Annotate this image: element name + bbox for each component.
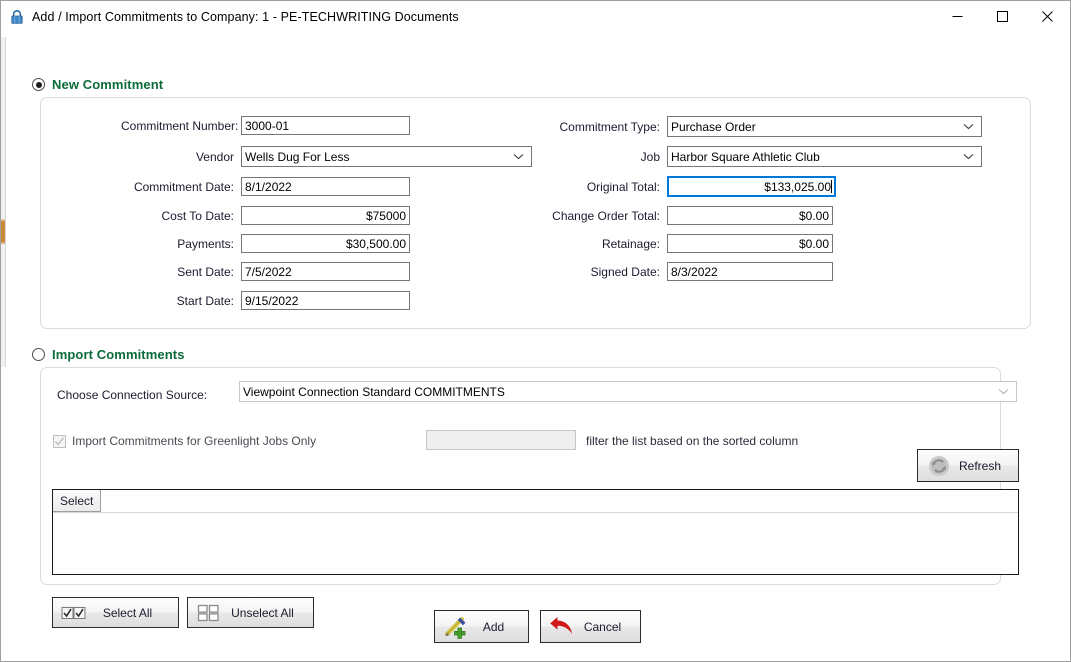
cancel-button-label: Cancel — [583, 619, 622, 634]
add-button-label: Add — [482, 619, 505, 634]
filter-input[interactable] — [426, 430, 576, 450]
add-button[interactable]: Add — [434, 610, 529, 643]
field-cost-to-date: Cost To Date: $75000 — [121, 206, 410, 225]
input-commitment-number[interactable]: 3000-01 — [241, 116, 410, 135]
greenlight-checkbox[interactable] — [53, 434, 66, 448]
field-original-total: Original Total: $133,025.00 — [530, 176, 836, 197]
label-cost-to-date: Cost To Date: — [161, 208, 234, 223]
title-bar: Add / Import Commitments to Company: 1 -… — [1, 1, 1070, 32]
combo-connection-source[interactable]: Viewpoint Connection Standard COMMITMENT… — [239, 381, 1017, 402]
field-vendor: Vendor Wells Dug For Less — [121, 146, 532, 167]
input-signed-date[interactable]: 8/3/2022 — [667, 262, 833, 281]
label-payments: Payments: — [177, 236, 234, 251]
input-original-total-value: $133,025.00 — [764, 179, 831, 194]
combo-vendor[interactable]: Wells Dug For Less — [241, 146, 532, 167]
refresh-button[interactable]: Refresh — [917, 449, 1019, 482]
label-commitment-number: Commitment Number: — [121, 118, 239, 133]
input-retainage[interactable]: $0.00 — [667, 234, 833, 253]
new-commitment-radio-row[interactable]: New Commitment — [32, 77, 163, 92]
refresh-button-label: Refresh — [958, 458, 1002, 473]
import-commitments-group: Choose Connection Source: Viewpoint Conn… — [40, 367, 1019, 585]
label-retainage: Retainage: — [601, 236, 660, 251]
combo-commitment-type[interactable]: Purchase Order — [667, 116, 982, 137]
input-cost-to-date[interactable]: $75000 — [241, 206, 410, 225]
window-title: Add / Import Commitments to Company: 1 -… — [32, 9, 459, 24]
commitments-grid[interactable]: Select — [52, 489, 1019, 575]
label-vendor: Vendor — [195, 149, 234, 164]
field-commitment-date: Commitment Date: 8/1/2022 — [121, 177, 410, 196]
label-start-date: Start Date: — [176, 293, 234, 308]
input-payments[interactable]: $30,500.00 — [241, 234, 410, 253]
combo-job[interactable]: Harbor Square Athletic Club — [667, 146, 982, 167]
combo-connection-source-value: Viewpoint Connection Standard COMMITMENT… — [243, 384, 505, 399]
minimize-button[interactable] — [935, 1, 980, 32]
lock-icon — [9, 9, 25, 25]
unselect-all-button[interactable]: Unselect All — [187, 597, 314, 628]
field-change-order-total: Change Order Total: $0.00 — [530, 206, 833, 225]
import-commitments-label: Import Commitments — [52, 347, 185, 362]
input-change-order-total[interactable]: $0.00 — [667, 206, 833, 225]
label-connection-source: Choose Connection Source: — [57, 388, 208, 402]
field-job: Job Harbor Square Athletic Club — [530, 146, 982, 167]
refresh-icon — [924, 455, 954, 477]
red-arrow-icon — [547, 616, 577, 638]
window-controls — [935, 1, 1070, 32]
select-all-label: Select All — [102, 605, 153, 620]
label-commitment-type: Commitment Type: — [559, 119, 660, 134]
chevron-down-icon — [963, 123, 978, 130]
input-commitment-date[interactable]: 8/1/2022 — [241, 177, 410, 196]
input-start-date[interactable]: 9/15/2022 — [241, 291, 410, 310]
empty-boxes-icon — [194, 604, 224, 622]
field-commitment-type: Commitment Type: Purchase Order — [530, 116, 982, 137]
pen-plus-icon — [441, 615, 471, 639]
field-signed-date: Signed Date: 8/3/2022 — [530, 262, 833, 281]
field-sent-date: Sent Date: 7/5/2022 — [121, 262, 410, 281]
dialog-body: New Commitment Commitment Number: 3000-0… — [1, 32, 1070, 661]
field-payments: Payments: $30,500.00 — [121, 234, 410, 253]
new-commitment-radio[interactable] — [32, 78, 45, 91]
cancel-button[interactable]: Cancel — [540, 610, 641, 643]
label-change-order-total: Change Order Total: — [552, 208, 660, 223]
import-commitments-radio-row[interactable]: Import Commitments — [32, 347, 185, 362]
chevron-down-icon — [513, 153, 528, 160]
select-all-button[interactable]: Select All — [52, 597, 179, 628]
field-retainage: Retainage: $0.00 — [530, 234, 833, 253]
label-commitment-date: Commitment Date: — [133, 179, 234, 194]
maximize-button[interactable] — [980, 1, 1025, 32]
label-signed-date: Signed Date: — [590, 264, 660, 279]
grid-header-row: Select — [53, 490, 1018, 513]
greenlight-checkbox-row[interactable]: Import Commitments for Greenlight Jobs O… — [53, 434, 316, 448]
label-job: Job — [640, 149, 660, 164]
greenlight-checkbox-label: Import Commitments for Greenlight Jobs O… — [72, 434, 317, 448]
grid-column-select[interactable]: Select — [53, 490, 102, 512]
label-original-total: Original Total: — [586, 179, 660, 194]
input-original-total[interactable]: $133,025.00 — [667, 176, 836, 197]
combo-job-value: Harbor Square Athletic Club — [671, 149, 820, 164]
chevron-down-icon — [963, 153, 978, 160]
new-commitment-group: Commitment Number: 3000-01 Vendor Wells … — [40, 97, 1031, 329]
combo-commitment-type-value: Purchase Order — [671, 119, 756, 134]
new-commitment-label: New Commitment — [52, 77, 164, 92]
text-caret — [831, 180, 832, 193]
close-button[interactable] — [1025, 1, 1070, 32]
import-commitments-radio[interactable] — [32, 348, 45, 361]
checked-boxes-icon — [59, 605, 89, 621]
field-start-date: Start Date: 9/15/2022 — [121, 291, 410, 310]
chevron-down-icon — [998, 388, 1013, 395]
grid-body[interactable] — [53, 513, 1018, 574]
field-commitment-number: Commitment Number: 3000-01 — [121, 116, 410, 135]
unselect-all-label: Unselect All — [231, 605, 294, 620]
dialog-window: Add / Import Commitments to Company: 1 -… — [0, 0, 1071, 662]
filter-hint-text: filter the list based on the sorted colu… — [586, 434, 799, 448]
input-sent-date[interactable]: 7/5/2022 — [241, 262, 410, 281]
combo-vendor-value: Wells Dug For Less — [245, 149, 350, 164]
label-sent-date: Sent Date: — [177, 264, 234, 279]
